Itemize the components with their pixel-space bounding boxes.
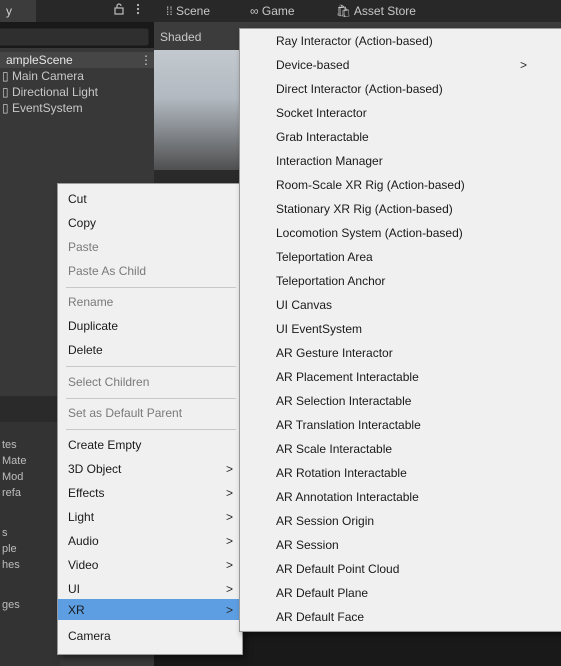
xr-item-ar-rotation-interactable[interactable]: AR Rotation Interactable — [276, 464, 407, 482]
submenu-arrow-icon: > — [226, 534, 234, 548]
xr-item-ar-annotation-interactable[interactable]: AR Annotation Interactable — [276, 488, 419, 506]
hierarchy-item-directional-light[interactable]: ▯ Directional Light — [2, 84, 98, 100]
xr-item-ar-translation-interactable[interactable]: AR Translation Interactable — [276, 416, 421, 434]
xr-item-locomotion-system[interactable]: Locomotion System (Action-based) — [276, 224, 463, 242]
submenu-arrow-icon: > — [226, 603, 234, 617]
xr-item-ui-canvas[interactable]: UI Canvas — [276, 296, 332, 314]
menu-item-select-children[interactable]: Select Children — [68, 373, 238, 391]
xr-item-ar-placement-interactable[interactable]: AR Placement Interactable — [276, 368, 419, 386]
menu-item-paste-as-child[interactable]: Paste As Child — [68, 262, 238, 280]
submenu-arrow-icon: > — [226, 462, 234, 476]
submenu-arrow-icon: > — [226, 486, 234, 500]
menu-item-audio[interactable]: Audio — [68, 532, 238, 550]
menu-item-create-empty[interactable]: Create Empty — [68, 436, 238, 454]
tab-scene[interactable]: ⁞⁞ Scene — [166, 0, 210, 22]
text-fragment: Mate — [2, 455, 27, 467]
menu-item-paste[interactable]: Paste — [68, 238, 238, 256]
xr-item-interaction-manager[interactable]: Interaction Manager — [276, 152, 383, 170]
menu-item-duplicate[interactable]: Duplicate — [68, 317, 238, 335]
xr-item-ar-default-plane[interactable]: AR Default Plane — [276, 584, 368, 602]
text-fragment: refa — [2, 487, 21, 499]
text-fragment: hes — [2, 559, 20, 571]
menu-item-camera[interactable]: Camera — [68, 627, 238, 645]
panel-divider — [0, 396, 60, 422]
xr-item-ar-default-point-cloud[interactable]: AR Default Point Cloud — [276, 560, 399, 578]
text-fragment: Mod — [2, 471, 24, 483]
xr-item-room-scale-rig[interactable]: Room-Scale XR Rig (Action-based) — [276, 176, 465, 194]
menu-item-set-default-parent[interactable]: Set as Default Parent — [68, 404, 238, 422]
submenu-arrow-icon: > — [520, 58, 528, 72]
menu-item-copy[interactable]: Copy — [68, 214, 238, 232]
hierarchy-item-eventsystem[interactable]: ▯ EventSystem — [2, 100, 83, 116]
submenu-arrow-icon: > — [226, 558, 234, 572]
submenu-arrow-icon: > — [226, 582, 234, 596]
menu-separator — [66, 398, 236, 399]
text-fragment: tes — [2, 439, 17, 451]
xr-item-teleportation-area[interactable]: Teleportation Area — [276, 248, 373, 266]
menu-item-rename[interactable]: Rename — [68, 293, 238, 311]
scene-name: ampleScene — [6, 53, 73, 67]
text-fragment: ple — [2, 543, 17, 555]
shading-mode-dropdown[interactable]: Shaded — [160, 30, 201, 44]
menu-separator — [66, 366, 236, 367]
xr-item-direct-interactor[interactable]: Direct Interactor (Action-based) — [276, 80, 443, 98]
xr-item-stationary-rig[interactable]: Stationary XR Rig (Action-based) — [276, 200, 453, 218]
xr-item-ar-session[interactable]: AR Session — [276, 536, 339, 554]
menu-item-3d-object[interactable]: 3D Object — [68, 460, 238, 478]
lock-icon[interactable] — [114, 3, 124, 18]
menu-separator — [66, 429, 236, 430]
menu-item-delete[interactable]: Delete — [68, 341, 238, 359]
xr-item-ray-interactor[interactable]: Ray Interactor (Action-based) — [276, 32, 433, 50]
menu-item-xr[interactable]: XR — [68, 601, 238, 619]
menu-item-ui[interactable]: UI — [68, 580, 238, 598]
menu-item-video[interactable]: Video — [68, 556, 238, 574]
menu-item-cut[interactable]: Cut — [68, 190, 238, 208]
menu-item-effects[interactable]: Effects — [68, 484, 238, 502]
scene-more-icon[interactable]: ⋮ — [140, 52, 152, 68]
submenu-arrow-icon: > — [226, 510, 234, 524]
xr-item-socket-interactor[interactable]: Socket Interactor — [276, 104, 367, 122]
xr-item-ar-default-face[interactable]: AR Default Face — [276, 608, 364, 626]
hierarchy-tab[interactable]: y — [0, 0, 36, 22]
xr-item-ar-gesture-interactor[interactable]: AR Gesture Interactor — [276, 344, 393, 362]
tab-asset-store[interactable]: 🛍 Asset Store — [336, 0, 416, 22]
hierarchy-search-input[interactable] — [0, 28, 149, 46]
hierarchy-item-main-camera[interactable]: ▯ Main Camera — [2, 68, 84, 84]
xr-item-teleportation-anchor[interactable]: Teleportation Anchor — [276, 272, 385, 290]
menu-item-light[interactable]: Light — [68, 508, 238, 526]
xr-item-ar-scale-interactable[interactable]: AR Scale Interactable — [276, 440, 392, 458]
menu-separator — [66, 287, 236, 288]
tab-game[interactable]: ∞ Game — [250, 0, 295, 22]
xr-item-ar-selection-interactable[interactable]: AR Selection Interactable — [276, 392, 411, 410]
xr-item-ar-session-origin[interactable]: AR Session Origin — [276, 512, 374, 530]
xr-item-device-based[interactable]: Device-based — [276, 56, 349, 74]
xr-item-grab-interactable[interactable]: Grab Interactable — [276, 128, 369, 146]
text-fragment: s — [2, 527, 8, 539]
text-fragment: ges — [2, 599, 20, 611]
kebab-icon[interactable] — [136, 3, 140, 18]
xr-item-ui-eventsystem[interactable]: UI EventSystem — [276, 320, 362, 338]
